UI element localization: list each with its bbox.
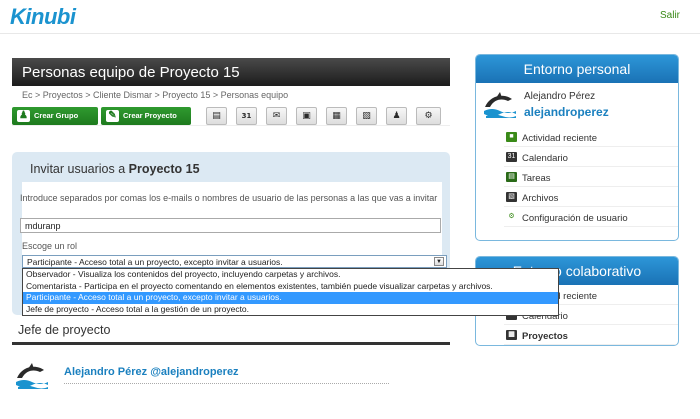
role-select-value: Participante - Acceso total a un proyect…	[27, 257, 283, 267]
personal-panel: Entorno personal Alejandro Pérez alejand…	[475, 54, 679, 241]
chevron-down-icon[interactable]: ▼	[434, 257, 444, 266]
notes-icon[interactable]: ▤	[206, 107, 227, 125]
role-label: Escoge un rol	[22, 241, 78, 251]
menu-calendar[interactable]: 31 Calendario	[504, 147, 678, 167]
invite-title: Invitar usuarios a Proyecto 15	[30, 162, 200, 176]
calendar-icon: 31	[506, 152, 517, 162]
user-username[interactable]: alejandroperez	[524, 105, 609, 119]
user-card: Alejandro Pérez alejandroperez	[476, 83, 678, 127]
projects-icon: ▦	[506, 330, 517, 340]
toolbar: ♟ Crear Grupo ✎ Crear Proyecto ▤ 31 ✉ ▣ …	[12, 106, 450, 126]
role-option[interactable]: Comentarista - Participa en el proyecto …	[23, 281, 558, 293]
dolphin-avatar[interactable]	[482, 89, 518, 119]
role-dropdown: Observador - Visualiza los contenidos de…	[22, 268, 559, 316]
menu-label: Configuración de usuario	[522, 213, 628, 224]
role-select[interactable]: Participante - Acceso total a un proyect…	[22, 255, 447, 268]
activity-icon: ■	[506, 132, 517, 142]
menu-label: Proyectos	[522, 331, 568, 342]
menu-label: Tareas	[522, 173, 551, 184]
people-icon[interactable]: ♟	[386, 107, 407, 125]
divider	[12, 342, 450, 345]
kinubi-logo[interactable]: Kinubi	[10, 4, 76, 30]
menu-activity[interactable]: ■ Actividad reciente	[504, 127, 678, 147]
menu-projects[interactable]: ▦ Proyectos	[504, 325, 678, 345]
invite-help: Introduce separados por comas los e-mail…	[20, 193, 438, 203]
menu-label: Calendario	[522, 153, 568, 164]
board-icon[interactable]: ▦	[326, 107, 347, 125]
menu-label: Archivos	[522, 193, 559, 204]
project-icon: ✎	[106, 110, 119, 122]
menu-files[interactable]: ▧ Archivos	[504, 187, 678, 207]
create-project-label: Crear Proyecto	[123, 111, 177, 120]
tasks-icon: ▤	[506, 172, 517, 182]
calendar-number: 31	[241, 112, 252, 120]
menu-label: Actividad reciente	[522, 133, 597, 144]
user-full-name: Alejandro Pérez	[524, 91, 596, 102]
invite-input[interactable]: mduranp	[20, 218, 441, 233]
folder-icon[interactable]: ▧	[356, 107, 377, 125]
create-group-label: Crear Grupo	[34, 111, 79, 120]
menu-tasks[interactable]: ▤ Tareas	[504, 167, 678, 187]
group-icon: ♟	[17, 110, 30, 122]
calendar-icon[interactable]: 31	[236, 107, 257, 125]
role-option-selected[interactable]: Participante - Acceso total a un proyect…	[23, 292, 558, 304]
invite-project-name: Proyecto 15	[128, 162, 200, 176]
jefe-heading: Jefe de proyecto	[18, 323, 111, 337]
personal-title: Entorno personal	[476, 55, 678, 83]
top-bar: Kinubi Salir	[0, 0, 700, 34]
role-option[interactable]: Observador - Visualiza los contenidos de…	[23, 269, 558, 281]
files-icon: ▧	[506, 192, 517, 202]
page-title: Personas equipo de Proyecto 15	[12, 58, 450, 86]
member-name[interactable]: Alejandro Pérez @alejandroperez	[64, 366, 239, 378]
create-group-button[interactable]: ♟ Crear Grupo	[12, 107, 98, 125]
member-underline	[64, 383, 389, 384]
settings-icon: ⚙	[506, 212, 517, 222]
member-row: Alejandro Pérez @alejandroperez	[14, 360, 389, 394]
breadcrumb: Ec > Proyectos > Cliente Dismar > Proyec…	[22, 90, 289, 100]
document-icon[interactable]: ▣	[296, 107, 317, 125]
chat-icon[interactable]: ✉	[266, 107, 287, 125]
create-project-button[interactable]: ✎ Crear Proyecto	[101, 107, 191, 125]
menu-settings[interactable]: ⚙ Configuración de usuario	[504, 207, 678, 227]
settings-icon[interactable]: ⚙	[416, 107, 441, 125]
role-option[interactable]: Jefe de proyecto - Acceso total a la ges…	[23, 304, 558, 316]
invite-title-prefix: Invitar usuarios a	[30, 162, 126, 176]
logout-link[interactable]: Salir	[660, 10, 680, 21]
dolphin-avatar[interactable]	[14, 360, 50, 390]
